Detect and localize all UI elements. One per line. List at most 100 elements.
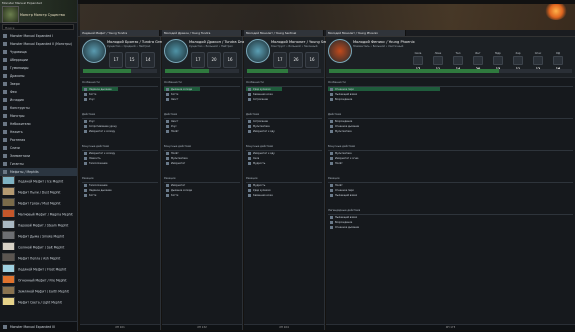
section-heading[interactable]: Особенности: [246, 81, 264, 85]
creature-list-item[interactable]: Мефит Света / Light Mephit: [0, 297, 77, 305]
ability-row[interactable]: Полёт: [330, 184, 571, 187]
tab-1[interactable]: Ледяной Мефит / Young Tundra: [80, 30, 160, 36]
ability-row[interactable]: Огненное дыхание: [330, 125, 571, 128]
tab-2[interactable]: Молодой Дракон / Young Tundra: [162, 30, 242, 36]
ability-row[interactable]: Мультиатака: [330, 130, 571, 133]
creature-list-item[interactable]: Соляной Мефит / Salt Mephit: [0, 242, 77, 250]
sidebar-item-11[interactable]: Нежить: [0, 128, 77, 136]
ability-row[interactable]: Телосложение: [84, 184, 156, 187]
ability-row[interactable]: Иммунитет к яду: [248, 130, 320, 133]
section-heading[interactable]: Бонусные действия: [164, 145, 191, 149]
sidebar-footer[interactable]: Monster Manual Expanded III: [0, 321, 77, 332]
stat-box[interactable]: 17: [273, 52, 287, 68]
character-portrait[interactable]: [2, 6, 19, 23]
sidebar-item-10[interactable]: Небожители: [0, 120, 77, 128]
stat-column[interactable]: Мдр13: [488, 52, 508, 71]
ability-row[interactable]: Огненное перо: [330, 88, 571, 91]
stat-box[interactable]: 26: [289, 52, 303, 68]
ability-row[interactable]: Хвост: [166, 98, 238, 101]
stat-column[interactable]: Сила17: [408, 52, 428, 71]
ability-row[interactable]: Дыхание холода: [166, 189, 238, 192]
ability-row[interactable]: Сотрясение: [248, 98, 320, 101]
sidebar-item-2[interactable]: Аберрации: [0, 56, 77, 64]
ability-row[interactable]: Каменная кожа: [248, 194, 320, 197]
stat-column[interactable]: Инт20: [468, 52, 488, 71]
stat-column[interactable]: Тел14: [448, 52, 468, 71]
sidebar-item-9[interactable]: Монстры: [0, 112, 77, 120]
section-heading[interactable]: Особенности: [164, 81, 182, 85]
stat-column[interactable]: Спас12: [528, 52, 548, 71]
sidebar-item-13[interactable]: Слизи: [0, 144, 77, 152]
section-heading[interactable]: Действия: [246, 113, 259, 117]
sidebar-section-1[interactable]: Monster Manual Expanded I: [0, 32, 77, 40]
stat-box[interactable]: 16: [223, 52, 237, 68]
creature-list-item[interactable]: Ледяной Мефит / Ice Mephit: [0, 176, 77, 184]
ability-row[interactable]: Иммунитет к огню: [330, 157, 571, 160]
sidebar-item-1[interactable]: Чудовища: [0, 48, 77, 56]
ability-row[interactable]: Иммунитет к яду: [248, 152, 320, 155]
stat-box[interactable]: 17: [191, 52, 205, 68]
ability-row[interactable]: Полёт: [166, 130, 238, 133]
creature-list-item[interactable]: Магмовый Мефит / Magma Mephit: [0, 209, 77, 217]
sidebar-item-5[interactable]: Звери: [0, 80, 77, 88]
ability-row[interactable]: Когти: [166, 93, 238, 96]
creature-list-item[interactable]: Паровой Мефит / Steam Mephit: [0, 220, 77, 228]
creature-list-item[interactable]: Огненный Мефит / Fire Mephit: [0, 275, 77, 283]
ability-row[interactable]: Когти: [166, 194, 238, 197]
creature-list-item[interactable]: Мефит Пыли / Dust Mephit: [0, 187, 77, 195]
ability-row[interactable]: Полёт: [330, 162, 571, 165]
sidebar-item-15[interactable]: Гиганты: [0, 160, 77, 168]
section-heading[interactable]: Действия: [164, 113, 177, 117]
ability-row[interactable]: Ловкость: [84, 157, 156, 160]
ability-row[interactable]: Полёт: [166, 152, 238, 155]
stat-box[interactable]: 16: [305, 52, 319, 68]
ability-row[interactable]: Мультиатака: [166, 157, 238, 160]
ability-row[interactable]: Хвост: [166, 120, 238, 123]
sidebar-item-14[interactable]: Элементали: [0, 152, 77, 160]
creature-token[interactable]: [82, 39, 106, 63]
stat-box[interactable]: 15: [125, 52, 139, 68]
ability-row[interactable]: Укус: [166, 125, 238, 128]
tab-3[interactable]: Молодой Монолит / Young Sentinel: [244, 30, 324, 36]
hp-bar[interactable]: [165, 69, 210, 73]
ability-row[interactable]: Сопротивление урону: [84, 125, 156, 128]
sidebar-item-7[interactable]: Исчадия: [0, 96, 77, 104]
hp-bar[interactable]: [329, 69, 500, 73]
ability-row[interactable]: Укус: [84, 120, 156, 123]
stat-box[interactable]: 17: [109, 52, 123, 68]
ability-row[interactable]: Сила: [248, 157, 320, 160]
creature-token[interactable]: [246, 39, 270, 63]
ability-row[interactable]: Когти: [84, 194, 156, 197]
section-heading[interactable]: Особенности: [328, 81, 346, 85]
ability-row[interactable]: Иммунитет: [166, 184, 238, 187]
section-heading[interactable]: Бонусные действия: [82, 145, 109, 149]
sidebar-item-12[interactable]: Растения: [0, 136, 77, 144]
creature-list-item[interactable]: Мефит Грязи / Mud Mephit: [0, 198, 77, 206]
ability-row[interactable]: Пылающий взмах: [330, 216, 571, 219]
ability-row[interactable]: Укус: [84, 98, 156, 101]
creature-list-item[interactable]: Земляной Мефит / Earth Mephit: [0, 286, 77, 294]
ability-row[interactable]: Каменная кожа: [248, 93, 320, 96]
ability-row[interactable]: Удар кулаком: [248, 189, 320, 192]
section-heading[interactable]: Действия: [328, 113, 341, 117]
ability-row[interactable]: Сотрясение: [248, 120, 320, 123]
ability-row[interactable]: Возрождение: [330, 221, 571, 224]
ability-row[interactable]: Ледяное дыхание: [84, 189, 156, 192]
sidebar-selected-group[interactable]: Мефиты / Mephits: [0, 168, 77, 176]
section-heading[interactable]: Бонусные действия: [328, 145, 355, 149]
ability-row[interactable]: Огненное перо: [330, 189, 571, 192]
ability-row[interactable]: Телосложение: [84, 162, 156, 165]
hp-bar[interactable]: [247, 69, 288, 73]
ability-row[interactable]: Когти: [84, 93, 156, 96]
sidebar-item-3[interactable]: Гуманоиды: [0, 64, 77, 72]
stat-box[interactable]: 14: [141, 52, 155, 68]
stat-column[interactable]: Ловк11: [428, 52, 448, 71]
creature-token[interactable]: [328, 39, 352, 63]
ability-row[interactable]: Иммунитет к холоду: [84, 130, 156, 133]
section-heading[interactable]: Легендарные действия: [328, 209, 360, 213]
ability-row[interactable]: Дыхание холода: [166, 88, 238, 91]
creature-token[interactable]: [164, 39, 188, 63]
creature-list-item[interactable]: Мефит Пепла / Ash Mephit: [0, 253, 77, 261]
section-heading[interactable]: Реакции: [246, 177, 257, 181]
search-input[interactable]: Поиск: [2, 24, 74, 30]
